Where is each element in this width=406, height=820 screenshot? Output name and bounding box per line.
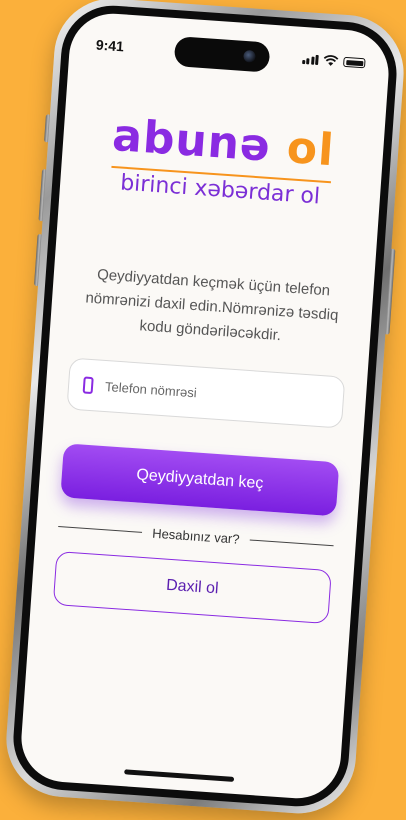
account-divider: Hesabınız var? [58, 519, 334, 553]
logo-accent: ol [285, 122, 337, 177]
phone-mockup: 9:41 abunə ol birinci xəbərdar ol Qeydiy… [2, 0, 406, 818]
brand-logo: abunə ol birinci xəbərdar ol [60, 109, 385, 213]
phone-number-input[interactable] [102, 377, 328, 410]
app-screen: 9:41 abunə ol birinci xəbərdar ol Qeydiy… [18, 10, 392, 802]
login-button[interactable]: Daxil ol [52, 550, 332, 625]
divider-text: Hesabınız var? [151, 525, 241, 547]
camera-icon [243, 49, 256, 63]
intro-text: Qeydiyyatdan keçmək üçün telefon nömrəni… [84, 266, 339, 345]
promo-stage: 9:41 abunə ol birinci xəbərdar ol Qeydiy… [0, 0, 406, 820]
signal-icon [301, 54, 319, 66]
home-indicator[interactable] [124, 769, 235, 782]
dynamic-island [173, 36, 271, 73]
battery-icon [342, 56, 366, 69]
status-time: 9:41 [95, 36, 125, 55]
phone-icon [82, 375, 94, 394]
status-icons [301, 53, 366, 69]
register-button[interactable]: Qeydiyyatdan keç [60, 443, 340, 517]
logo-word: abunə [110, 109, 273, 172]
phone-number-field[interactable] [66, 357, 346, 429]
wifi-icon [323, 55, 339, 66]
